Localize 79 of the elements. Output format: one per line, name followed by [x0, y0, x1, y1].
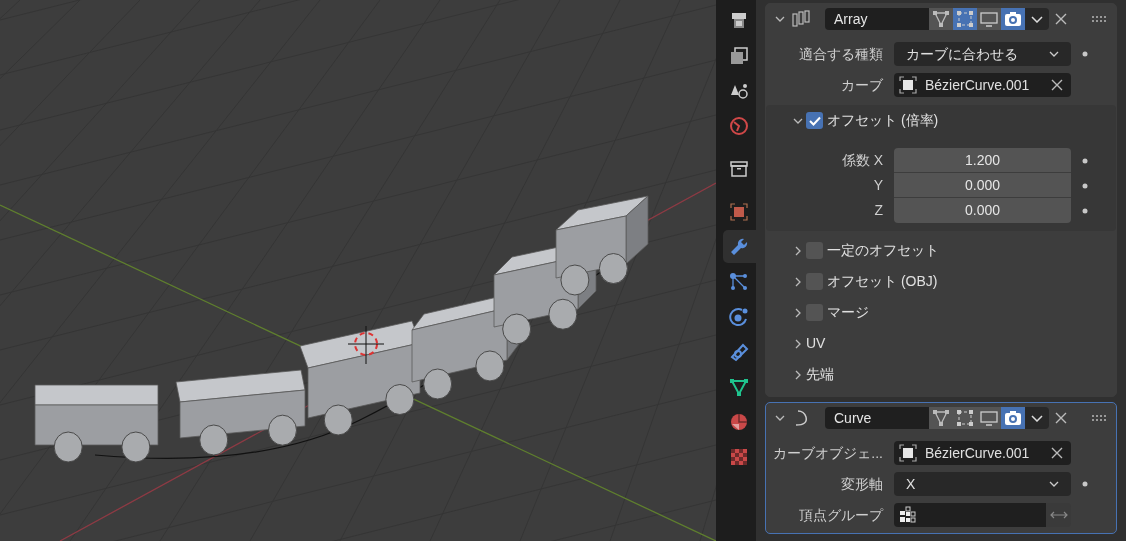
vertices-icon [932, 409, 950, 427]
toggle-button[interactable] [953, 8, 977, 30]
subpanel-header[interactable]: 先端 [806, 364, 834, 385]
subpanel-header[interactable]: オフセット (倍率) [827, 110, 939, 131]
toggle-button[interactable] [1001, 407, 1025, 429]
camera-icon [1004, 10, 1022, 28]
edit-mode-icon [956, 10, 974, 28]
close-icon [1051, 447, 1063, 459]
drag-grip-icon [1092, 415, 1106, 421]
double-arrow-icon [1049, 511, 1068, 519]
field-label: 係数 X [840, 151, 884, 170]
monitor-icon [980, 409, 998, 427]
field-label: Y [872, 176, 884, 195]
toggle-button[interactable] [929, 407, 953, 429]
properties-tab[interactable] [722, 230, 756, 263]
name-field[interactable]: Array [825, 8, 929, 30]
object-field[interactable]: BézierCurve.001 [894, 73, 1071, 97]
toggle-button[interactable] [953, 407, 977, 429]
nodes-icon [729, 271, 749, 292]
field-label: 適合する種類 [798, 44, 884, 64]
menu-dropdown-button[interactable] [1025, 8, 1049, 30]
toggle-button[interactable] [1001, 8, 1025, 30]
field-label: 変形軸 [840, 474, 884, 494]
number-field[interactable]: 1.200 [894, 148, 1071, 173]
3d-viewport[interactable] [0, 0, 716, 541]
name-field[interactable]: Curve [825, 407, 929, 429]
camera-icon [1004, 409, 1022, 427]
monitor-icon [980, 10, 998, 28]
3d-cursor-icon[interactable] [347, 325, 385, 365]
chevron-down-icon [1049, 480, 1059, 488]
field-label: カーブオブジェ... [772, 443, 884, 463]
subpanel-header[interactable]: オフセット (OBJ) [827, 271, 938, 292]
dropdown[interactable]: カーブに合わせる [894, 42, 1071, 66]
square-icon [729, 201, 749, 222]
chevron-down-icon [1049, 50, 1059, 58]
number-field[interactable]: 0.000 [894, 173, 1071, 198]
toggle-button[interactable] [977, 407, 1001, 429]
close-icon [1055, 412, 1067, 424]
keyframe-dot-icon [1082, 157, 1088, 164]
checker-icon [729, 446, 749, 467]
wrench-icon [729, 236, 749, 257]
vertex-group-icon [899, 506, 917, 524]
keyframe-dot-icon [1082, 182, 1088, 189]
keyframe-dot-icon [1082, 207, 1088, 214]
edit-mode-icon [956, 409, 974, 427]
images-icon [729, 45, 749, 66]
checkbox[interactable] [806, 112, 823, 129]
chevron-down-icon [1031, 414, 1043, 422]
vertex-group-field[interactable] [894, 503, 1046, 527]
toggle-button[interactable] [929, 8, 953, 30]
sphere-icon [729, 411, 749, 432]
object-square-icon [899, 76, 917, 94]
drag-grip-icon [1092, 16, 1106, 22]
subpanel-header[interactable]: マージ [827, 302, 869, 323]
keyframe-dot-icon [1082, 51, 1088, 57]
field-label: Z [873, 201, 884, 220]
dropdown[interactable]: X [894, 472, 1071, 496]
field-label: 頂点グループ [798, 505, 885, 525]
keyframe-dot-icon [1082, 481, 1088, 487]
triangle-mesh-icon [729, 376, 749, 397]
globe-icon [729, 115, 749, 136]
box-icon [729, 158, 749, 179]
link-icon [729, 341, 749, 362]
toggle-button[interactable] [977, 8, 1001, 30]
printer-icon [729, 10, 749, 31]
number-field[interactable]: 0.000 [894, 198, 1071, 223]
object-square-icon [899, 444, 917, 462]
bars-icon [792, 10, 810, 28]
field-label: カーブ [840, 75, 884, 95]
menu-dropdown-button[interactable] [1025, 407, 1049, 429]
orbit-icon [729, 306, 749, 327]
subpanel-header[interactable]: 一定のオフセット [827, 240, 939, 261]
close-icon [1055, 13, 1067, 25]
vertices-icon [932, 10, 950, 28]
checkmark-icon [808, 115, 821, 126]
chevron-down-icon [1031, 15, 1043, 23]
object-field[interactable]: BézierCurve.001 [894, 441, 1071, 465]
subpanel-header[interactable]: UV [806, 333, 826, 354]
close-icon [1051, 79, 1063, 91]
